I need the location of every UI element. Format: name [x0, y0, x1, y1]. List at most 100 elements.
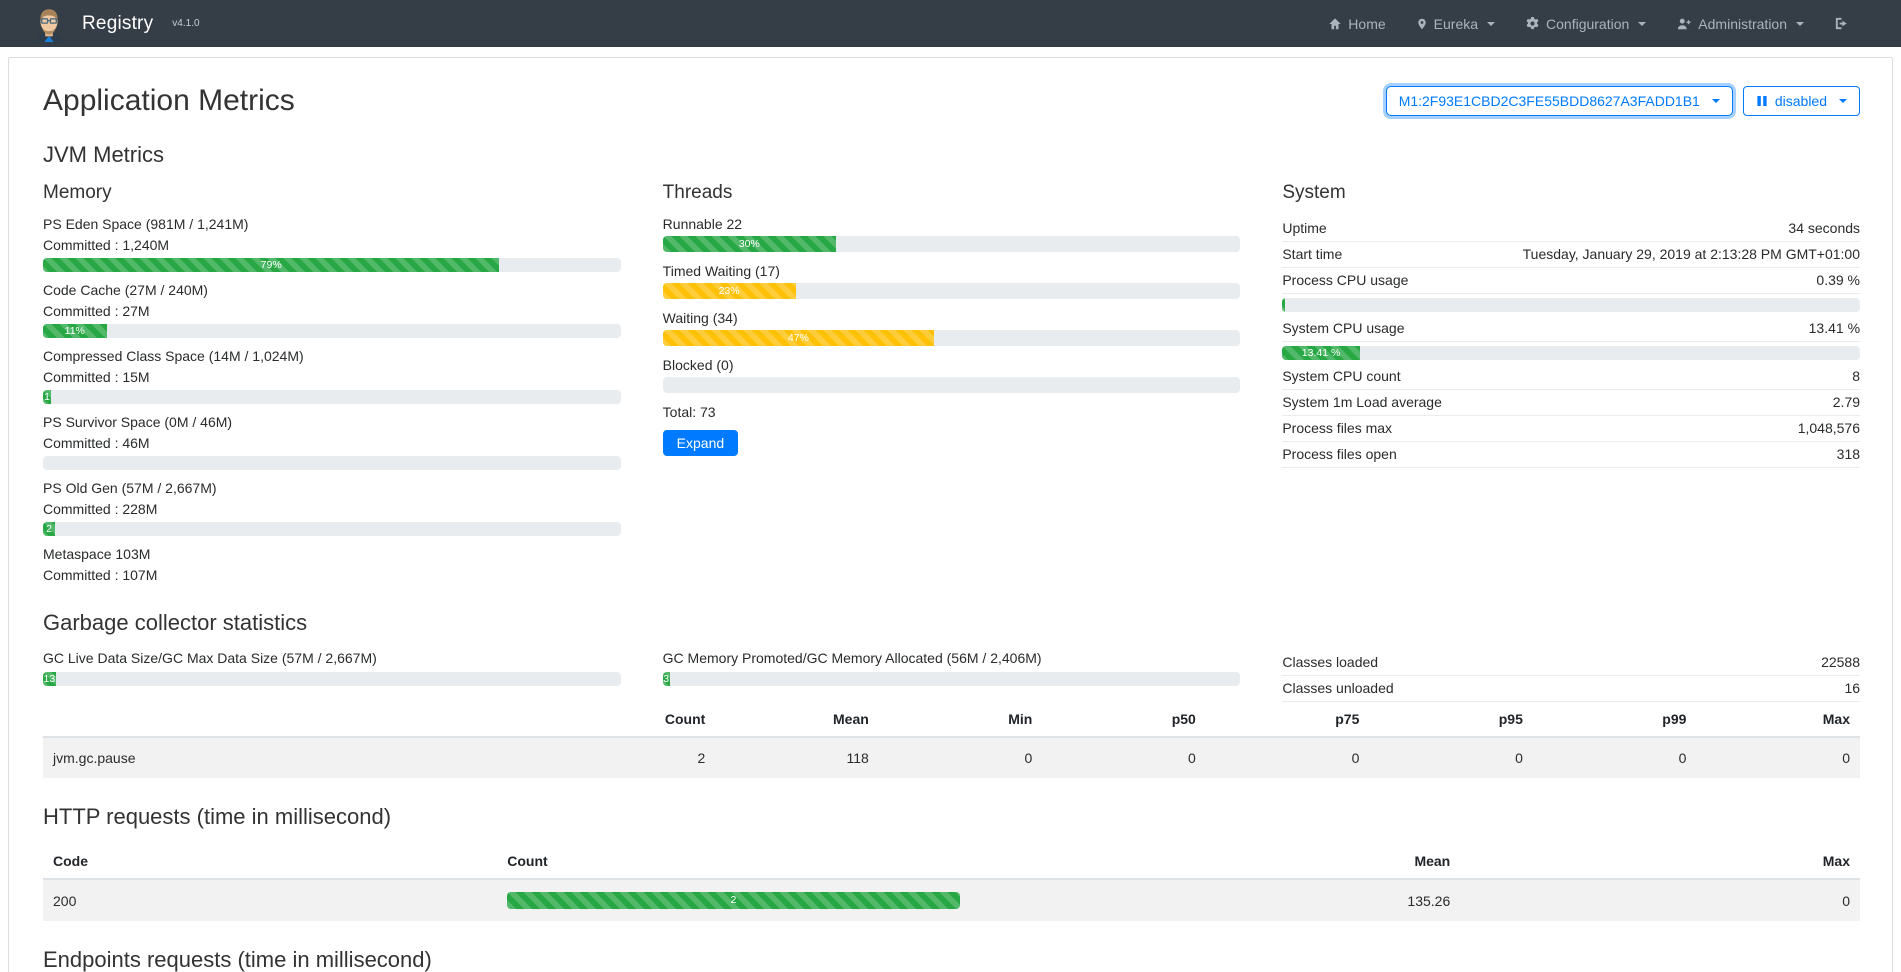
column-header: Mean — [715, 702, 879, 737]
brand[interactable]: Registryv4.1.0 — [30, 5, 200, 43]
progress-bar: 11% — [43, 324, 107, 338]
expand-button[interactable]: Expand — [663, 430, 738, 456]
jvm-columns: Memory PS Eden Space (981M / 1,241M) Com… — [43, 182, 1860, 588]
nav-menu: Home Eureka Configuration Administration — [1328, 16, 1849, 32]
cell-p50: 0 — [1042, 737, 1206, 778]
kv-value: 13.41 % — [1809, 320, 1860, 336]
metric-title: Waiting (34) — [663, 310, 1241, 326]
page-title: Application Metrics — [43, 84, 295, 118]
system-row-process-cpu: Process CPU usage 0.39 % — [1282, 268, 1860, 294]
progress-track: 11% — [43, 324, 621, 338]
system-row-files-open: Process files open 318 — [1282, 442, 1860, 468]
cell-mean: 118 — [715, 737, 879, 778]
progress-bar: 47% — [663, 330, 935, 346]
column-header: Max — [1696, 702, 1860, 737]
threads-heading: Threads — [663, 182, 1241, 204]
kv-label: Start time — [1282, 246, 1342, 262]
column-header: Count — [497, 844, 969, 879]
cell-count-bar: 2 — [497, 879, 969, 921]
progress-track: 2 — [43, 522, 621, 536]
kv-label: Uptime — [1282, 220, 1326, 236]
refresh-toggle-button[interactable]: disabled — [1743, 86, 1860, 116]
kv-value: 22588 — [1821, 654, 1860, 670]
sign-out-icon — [1834, 16, 1849, 31]
progress-track: 1 — [43, 390, 621, 404]
metric-committed: Committed : 228M — [43, 501, 621, 517]
system-column: System Uptime 34 seconds Start time Tues… — [1282, 182, 1860, 588]
cell-mean: 135.26 — [970, 879, 1461, 921]
kv-value: 1,048,576 — [1798, 420, 1860, 436]
memory-column: Memory PS Eden Space (981M / 1,241M) Com… — [43, 182, 621, 588]
nav-configuration[interactable]: Configuration — [1525, 16, 1646, 32]
metric-title: PS Survivor Space (0M / 46M) — [43, 414, 621, 430]
progress-track: 3 — [663, 672, 1241, 686]
memory-metric: PS Eden Space (981M / 1,241M) Committed … — [43, 216, 621, 272]
cell-max: 0 — [1460, 879, 1860, 921]
gc-columns: GC Live Data Size/GC Max Data Size (57M … — [43, 650, 1860, 702]
kv-label: System CPU usage — [1282, 320, 1404, 336]
kv-value: Tuesday, January 29, 2019 at 2:13:28 PM … — [1523, 246, 1860, 262]
cell-count: 2 — [552, 737, 716, 778]
nav-administration[interactable]: Administration — [1676, 16, 1804, 32]
system-row-uptime: Uptime 34 seconds — [1282, 216, 1860, 242]
chevron-down-icon — [1839, 99, 1847, 103]
nav-sign-out[interactable] — [1834, 16, 1849, 31]
instance-select-label: M1:2F93E1CBD2C3FE55BDD8627A3FADD1B1 — [1399, 93, 1700, 109]
kv-value: 0.39 % — [1816, 272, 1860, 288]
memory-metric: PS Old Gen (57M / 2,667M) Committed : 22… — [43, 480, 621, 536]
metric-title: Code Cache (27M / 240M) — [43, 282, 621, 298]
progress-bar: 30% — [663, 236, 836, 252]
system-heading: System — [1282, 182, 1860, 204]
progress-bar: 13.41 % — [1282, 346, 1359, 360]
kv-label: Process files max — [1282, 420, 1392, 436]
progress-bar: 79% — [43, 258, 499, 272]
column-header: Code — [43, 844, 497, 879]
column-header: Max — [1460, 844, 1860, 879]
threads-total: Total: 73 — [663, 404, 1241, 420]
column-header: p50 — [1042, 702, 1206, 737]
progress-track: 23% — [663, 283, 1241, 299]
kv-label: System CPU count — [1282, 368, 1400, 384]
cell-p95: 0 — [1369, 737, 1533, 778]
kv-label: Classes loaded — [1282, 654, 1378, 670]
kv-value: 16 — [1844, 680, 1860, 696]
kv-value: 8 — [1852, 368, 1860, 384]
memory-metric: Metaspace 103M Committed : 107M — [43, 546, 621, 583]
metric-title: Metaspace 103M — [43, 546, 621, 562]
cell-min: 0 — [879, 737, 1043, 778]
progress-bar: 2 — [43, 522, 55, 536]
user-plus-icon — [1676, 17, 1692, 31]
nav-home-label: Home — [1348, 16, 1385, 32]
metric-title: GC Memory Promoted/GC Memory Allocated (… — [663, 650, 1241, 666]
kv-label: System 1m Load average — [1282, 394, 1442, 410]
progress-track — [663, 377, 1241, 393]
metric-title: Blocked (0) — [663, 357, 1241, 373]
progress-bar: 13 — [43, 672, 56, 686]
memory-metric: PS Survivor Space (0M / 46M) Committed :… — [43, 414, 621, 470]
kv-label: Process files open — [1282, 446, 1396, 462]
header-buttons: M1:2F93E1CBD2C3FE55BDD8627A3FADD1B1 disa… — [1386, 86, 1860, 116]
progress-bar: 1 — [43, 390, 51, 404]
gc-promoted: GC Memory Promoted/GC Memory Allocated (… — [663, 650, 1241, 698]
instance-select-button[interactable]: M1:2F93E1CBD2C3FE55BDD8627A3FADD1B1 — [1386, 86, 1733, 116]
nav-eureka[interactable]: Eureka — [1416, 16, 1495, 32]
table-header-row: Count Mean Min p50 p75 p95 p99 Max — [43, 702, 1860, 737]
progress-bar — [1282, 298, 1284, 312]
jvm-metrics-heading: JVM Metrics — [43, 142, 1860, 168]
column-header: p75 — [1206, 702, 1370, 737]
column-header: p99 — [1533, 702, 1697, 737]
kv-label: Classes unloaded — [1282, 680, 1393, 696]
nav-home[interactable]: Home — [1328, 16, 1385, 32]
metric-committed: Committed : 46M — [43, 435, 621, 451]
classes-loaded-row: Classes loaded 22588 — [1282, 650, 1860, 676]
metric-committed: Committed : 107M — [43, 567, 621, 583]
gc-classes: Classes loaded 22588 Classes unloaded 16 — [1282, 650, 1860, 702]
classes-unloaded-row: Classes unloaded 16 — [1282, 676, 1860, 702]
metric-title: Runnable 22 — [663, 216, 1241, 232]
chevron-down-icon — [1487, 22, 1495, 26]
system-row-files-max: Process files max 1,048,576 — [1282, 416, 1860, 442]
memory-metric: Compressed Class Space (14M / 1,024M) Co… — [43, 348, 621, 404]
metric-committed: Committed : 15M — [43, 369, 621, 385]
table-header-row: Code Count Mean Max — [43, 844, 1860, 879]
thread-metric: Timed Waiting (17) 23% — [663, 263, 1241, 299]
